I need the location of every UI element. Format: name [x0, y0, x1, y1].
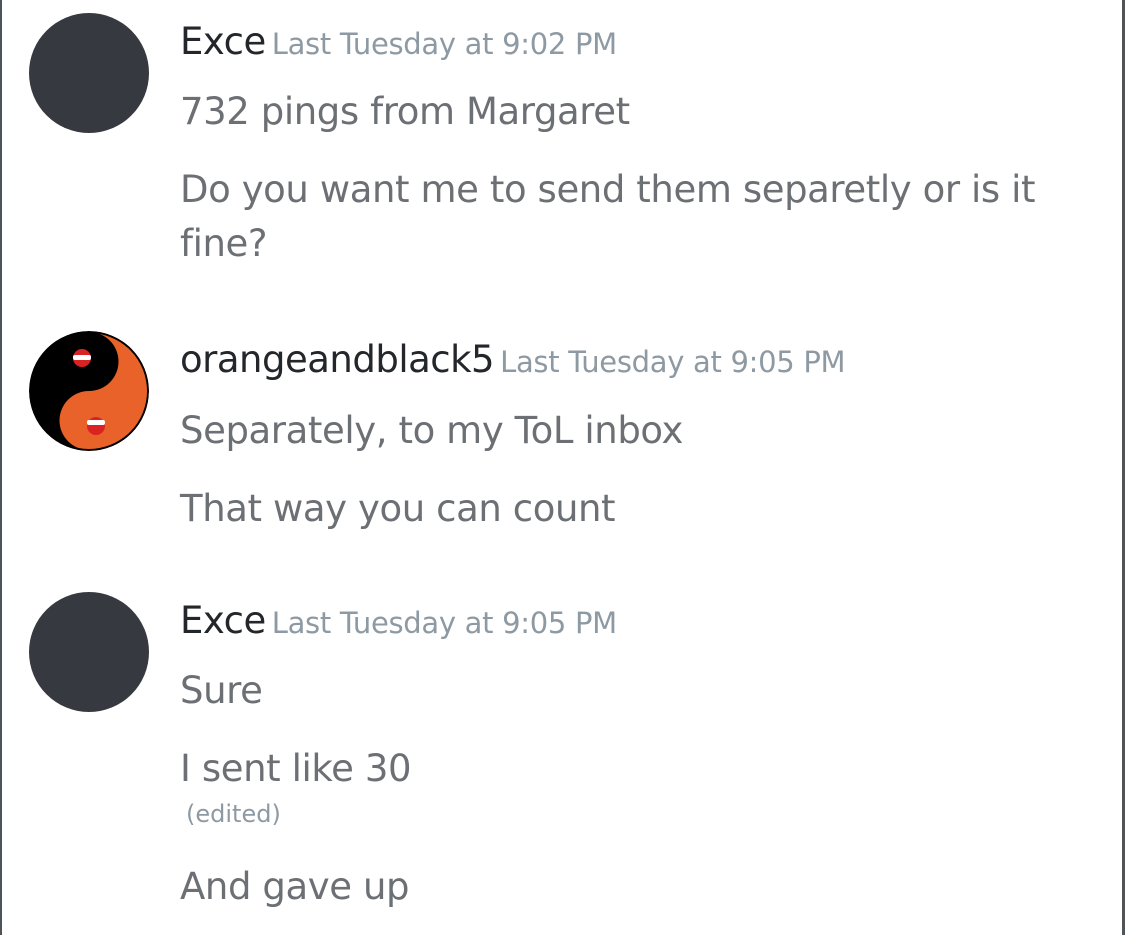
message-text: I sent like 30: [180, 747, 412, 790]
message-text: Separately, to my ToL inbox: [180, 409, 684, 452]
chat-frame: Exce Last Tuesday at 9:02 PM 732 pings fr…: [0, 0, 1125, 935]
bottom-dot-icon: [87, 417, 105, 435]
timestamp[interactable]: Last Tuesday at 9:02 PM: [272, 27, 617, 61]
yin-yang-icon: [29, 331, 149, 451]
top-dot-icon: [73, 349, 91, 367]
message-header: Exce Last Tuesday at 9:02 PM: [180, 20, 617, 63]
message-text: And gave up: [180, 865, 410, 908]
message-text: Do you want me to send them separetly or…: [180, 168, 1036, 265]
avatar[interactable]: [29, 592, 149, 712]
username[interactable]: Exce: [180, 599, 266, 642]
username[interactable]: Exce: [180, 20, 266, 63]
avatar[interactable]: [29, 331, 149, 451]
edited-label: (edited): [186, 800, 281, 828]
message-text: Sure: [180, 669, 263, 712]
message-header: orangeandblack5 Last Tuesday at 9:05 PM: [180, 338, 846, 381]
message-text: That way you can count: [180, 487, 616, 530]
message-text: 732 pings from Margaret: [180, 90, 630, 133]
message-header: Exce Last Tuesday at 9:05 PM: [180, 599, 617, 642]
timestamp[interactable]: Last Tuesday at 9:05 PM: [272, 606, 617, 640]
avatar[interactable]: [29, 13, 149, 133]
timestamp[interactable]: Last Tuesday at 9:05 PM: [500, 345, 845, 379]
username[interactable]: orangeandblack5: [180, 338, 495, 381]
